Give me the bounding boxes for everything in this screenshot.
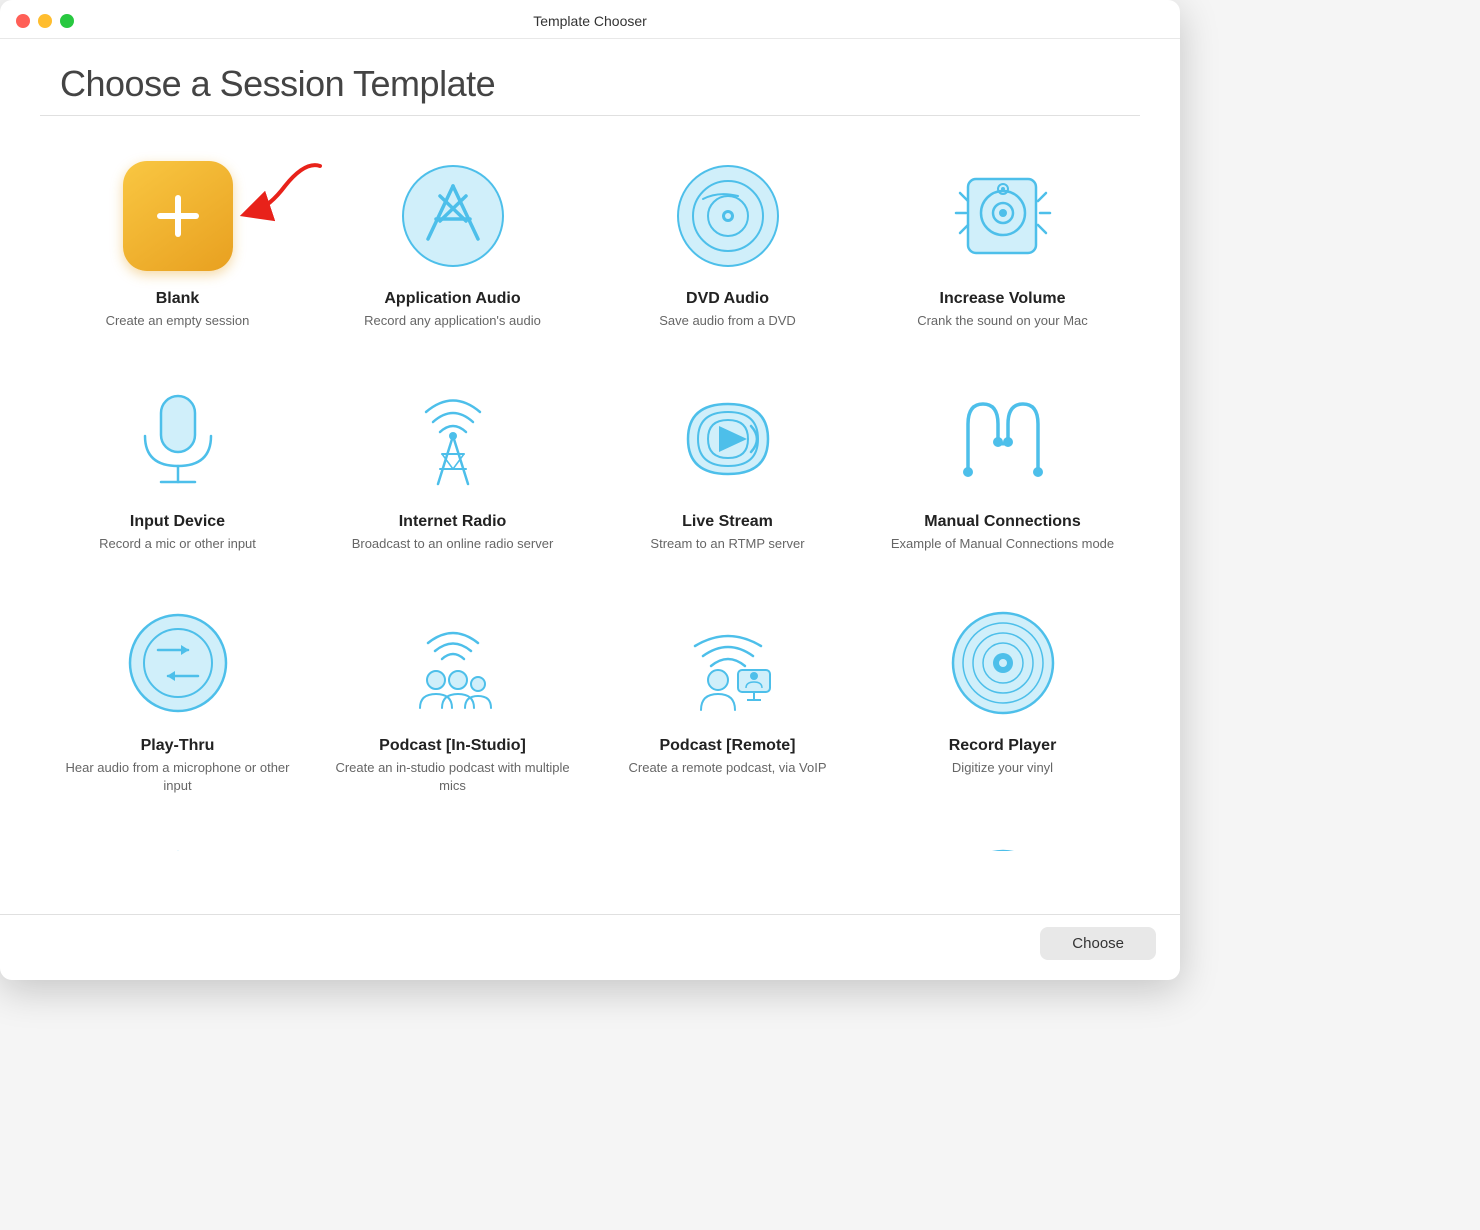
template-increase-volume[interactable]: Increase Volume Crank the sound on your … [865,136,1140,359]
partial-1-icon [123,844,233,851]
minimize-button[interactable] [38,14,52,28]
close-button[interactable] [16,14,30,28]
vinyl-icon-container [943,603,1063,723]
radio-tower-icon-container [393,379,513,499]
page-header: Choose a Session Template [0,39,1180,115]
template-partial-2[interactable] [315,824,590,889]
choose-button[interactable]: Choose [1040,927,1156,960]
dvd-icon-container [668,156,788,276]
radio-tower-icon [398,384,508,494]
dvd-audio-desc: Save audio from a DVD [659,312,796,330]
template-play-thru[interactable]: Play-Thru Hear audio from a microphone o… [40,583,315,824]
record-player-desc: Digitize your vinyl [952,759,1053,777]
blank-icon-wrapper [123,161,233,271]
app-audio-desc: Record any application's audio [364,312,541,330]
mic-icon-container [118,379,238,499]
podcast-remote-name: Podcast [Remote] [659,737,795,755]
input-device-name: Input Device [130,513,225,531]
template-input-device[interactable]: Input Device Record a mic or other input [40,359,315,582]
template-live-stream[interactable]: Live Stream Stream to an RTMP server [590,359,865,582]
manual-connections-icon [948,384,1058,494]
play-thru-icon [123,608,233,718]
podcast-remote-icon-container [668,603,788,723]
podcast-instudio-name: Podcast [In-Studio] [379,737,526,755]
template-partial-1[interactable] [40,824,315,889]
speaker-icon [948,161,1058,271]
page-title: Choose a Session Template [60,63,1120,105]
play-thru-desc: Hear audio from a microphone or other in… [56,759,299,795]
partial-3-icon [673,844,783,851]
play-thru-name: Play-Thru [141,737,215,755]
microphone-icon [123,384,233,494]
podcast-remote-desc: Create a remote podcast, via VoIP [629,759,827,777]
main-window: Template Chooser Choose a Session Templa… [0,0,1180,980]
speaker-icon-container [943,156,1063,276]
podcast-studio-icon-container [393,603,513,723]
template-partial-4[interactable] [865,824,1140,889]
template-app-audio[interactable]: Application Audio Record any application… [315,136,590,359]
manual-icon-container [943,379,1063,499]
template-dvd-audio[interactable]: DVD Audio Save audio from a DVD [590,136,865,359]
input-device-desc: Record a mic or other input [99,535,256,553]
footer: Choose [0,914,1180,980]
podcast-remote-icon [673,608,783,718]
live-stream-name: Live Stream [682,513,773,531]
increase-volume-name: Increase Volume [940,290,1066,308]
dvd-audio-name: DVD Audio [686,290,769,308]
blank-name: Blank [156,290,200,308]
vinyl-record-icon [948,608,1058,718]
partial-4-icon [948,844,1058,851]
template-blank[interactable]: Blank Create an empty session [40,136,315,359]
maximize-button[interactable] [60,14,74,28]
partial3-icon-container [673,844,783,851]
live-stream-icon [673,384,783,494]
record-player-name: Record Player [949,737,1057,755]
increase-volume-desc: Crank the sound on your Mac [917,312,1088,330]
internet-radio-name: Internet Radio [399,513,507,531]
app-audio-name: Application Audio [384,290,520,308]
dvd-disc-icon [673,161,783,271]
live-stream-desc: Stream to an RTMP server [650,535,804,553]
window-title: Template Chooser [533,13,647,29]
internet-radio-desc: Broadcast to an online radio server [352,535,554,553]
partial1-icon-container [123,844,233,851]
template-internet-radio[interactable]: Internet Radio Broadcast to an online ra… [315,359,590,582]
stream-icon-container [668,379,788,499]
app-store-icon [398,161,508,271]
template-podcast-instudio[interactable]: Podcast [In-Studio] Create an in-studio … [315,583,590,824]
podcast-instudio-desc: Create an in-studio podcast with multipl… [331,759,574,795]
podcast-studio-icon [398,608,508,718]
titlebar: Template Chooser [0,0,1180,39]
manual-connections-desc: Example of Manual Connections mode [891,535,1114,553]
app-audio-icon-container [393,156,513,276]
template-podcast-remote[interactable]: Podcast [Remote] Create a remote podcast… [590,583,865,824]
blank-icon-container [118,156,238,276]
partial2-icon-container [398,844,508,851]
manual-connections-name: Manual Connections [924,513,1080,531]
template-grid: Blank Create an empty session [0,116,1180,914]
plus-icon [148,186,208,246]
blank-desc: Create an empty session [106,312,250,330]
template-record-player[interactable]: Record Player Digitize your vinyl [865,583,1140,824]
playthru-icon-container [118,603,238,723]
window-controls [16,14,74,28]
template-partial-3[interactable] [590,824,865,889]
template-manual-connections[interactable]: Manual Connections Example of Manual Con… [865,359,1140,582]
partial4-icon-container [948,844,1058,851]
partial-2-icon [398,844,508,851]
